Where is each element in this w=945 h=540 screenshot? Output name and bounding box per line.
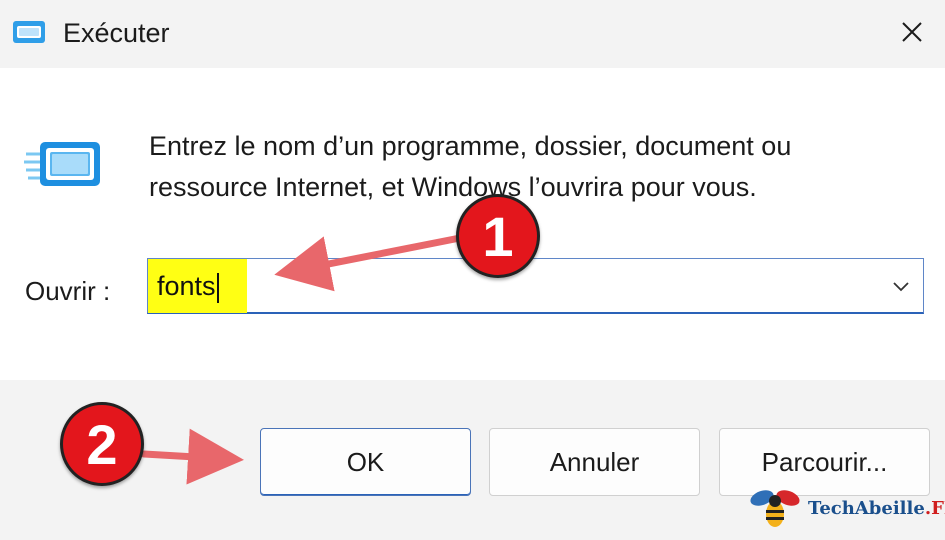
open-combobox[interactable]: fonts <box>147 258 924 314</box>
watermark-text: TechAbeille.FR <box>808 498 945 519</box>
open-label: Ouvrir : <box>25 276 111 306</box>
step-1-badge: 1 <box>456 194 540 278</box>
close-icon <box>902 22 922 42</box>
ok-button[interactable]: OK <box>260 428 471 496</box>
run-program-icon <box>24 138 104 190</box>
description-text: Entrez le nom d’un programme, dossier, d… <box>149 131 792 202</box>
open-input-value[interactable]: fonts <box>148 259 247 313</box>
cancel-button[interactable]: Annuler <box>489 428 700 496</box>
dropdown-button[interactable] <box>885 267 917 305</box>
watermark-suffix: .FR <box>924 497 945 519</box>
chevron-down-icon <box>893 282 909 292</box>
watermark: TechAbeille.FR <box>748 486 945 530</box>
text-caret <box>216 272 219 303</box>
bee-logo-icon <box>750 490 800 527</box>
close-button[interactable] <box>890 12 934 52</box>
open-value-text: fonts <box>157 271 216 301</box>
step-2-badge: 2 <box>60 402 144 486</box>
watermark-name: TechAbeille <box>808 497 925 519</box>
window-title: Exécuter <box>63 18 170 48</box>
title-bar: Exécuter <box>0 0 945 68</box>
run-icon <box>11 17 47 47</box>
